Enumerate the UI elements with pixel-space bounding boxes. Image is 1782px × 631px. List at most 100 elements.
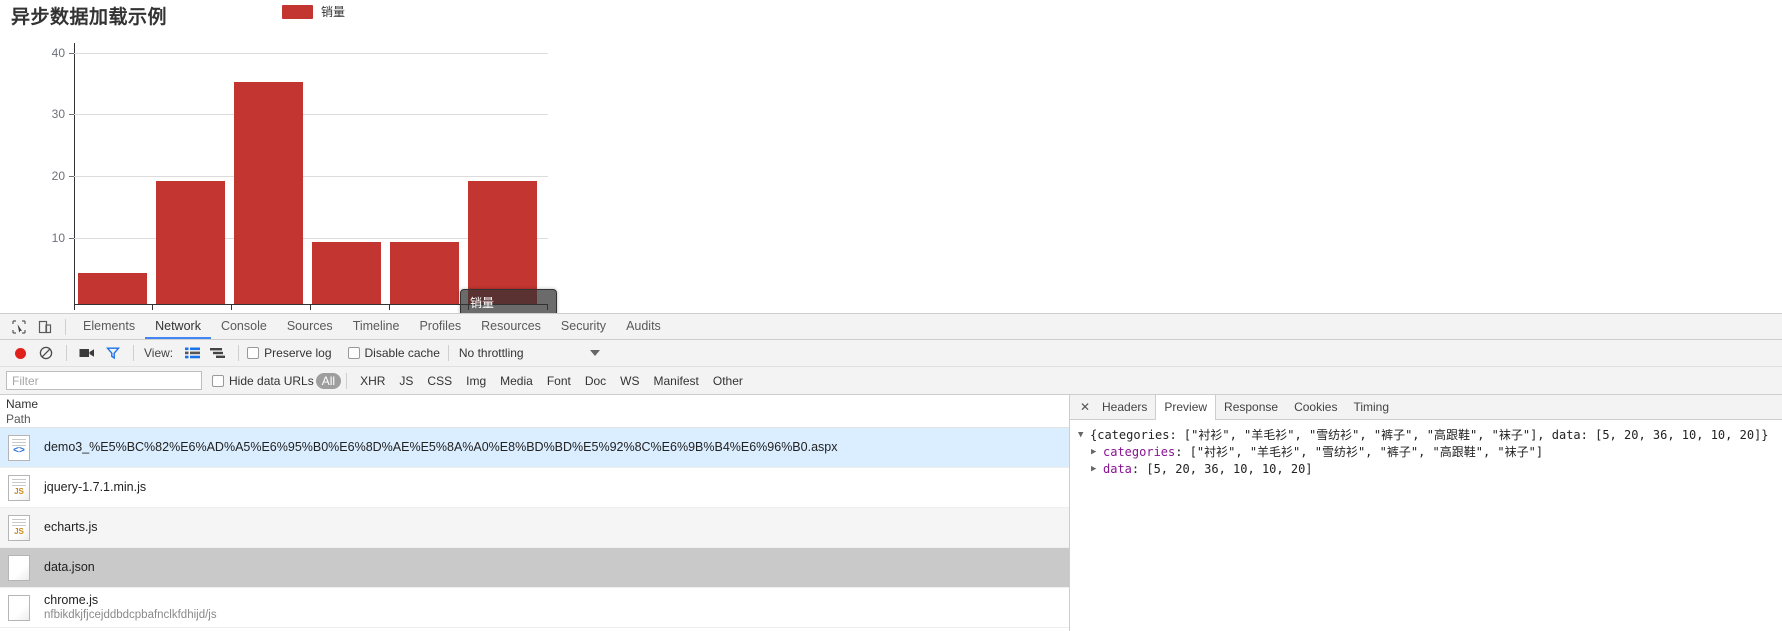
gridline-40: 40: [52, 46, 548, 60]
detail-tab-cookies[interactable]: Cookies: [1286, 395, 1345, 419]
toolbar-divider: [238, 345, 240, 361]
preserve-log-checkbox[interactable]: Preserve log: [247, 346, 332, 360]
bar-5[interactable]: [468, 181, 537, 304]
filter-type-css[interactable]: CSS: [421, 373, 458, 389]
toolbar-divider: [133, 345, 134, 361]
bar-4[interactable]: [390, 242, 459, 304]
bar-3[interactable]: [312, 242, 381, 304]
legend-label: 销量: [321, 5, 346, 19]
disable-cache-label: Disable cache: [364, 346, 440, 360]
filter-input[interactable]: [6, 371, 202, 390]
record-dot-icon: [14, 347, 26, 359]
chevron-down-icon: [589, 350, 600, 356]
clear-button[interactable]: [34, 342, 58, 364]
x-tick-4: [389, 305, 390, 310]
hide-data-urls-checkbox[interactable]: Hide data URLs: [212, 374, 314, 388]
chart-legend[interactable]: 销量: [282, 3, 345, 20]
filter-type-other[interactable]: Other: [707, 373, 749, 389]
json-data-row[interactable]: ▶ data : [5, 20, 36, 10, 10, 20]: [1078, 461, 1782, 478]
json-data-value: : [5, 20, 36, 10, 10, 20]: [1131, 462, 1313, 476]
tab-resources[interactable]: Resources: [471, 314, 551, 339]
triangle-down-icon[interactable]: ▼: [1078, 427, 1090, 444]
filter-type-ws[interactable]: WS: [614, 373, 645, 389]
tab-audits[interactable]: Audits: [616, 314, 671, 339]
filter-funnel-icon[interactable]: [101, 342, 125, 364]
bar-0[interactable]: [78, 273, 147, 304]
request-list-pane: Name Path <> demo3_%E5%BC%82%E6%AD%A5%E6…: [0, 395, 1070, 631]
detail-tab-preview[interactable]: Preview: [1155, 394, 1217, 420]
checkbox-box: [212, 374, 224, 387]
inspect-element-icon[interactable]: [6, 316, 32, 338]
capture-screenshots-icon[interactable]: [75, 342, 99, 364]
json-categories-key: categories: [1103, 445, 1176, 459]
tab-security[interactable]: Security: [551, 314, 616, 339]
column-header-name: Name: [6, 397, 39, 411]
detail-tab-response[interactable]: Response: [1216, 395, 1286, 419]
bar-1[interactable]: [156, 181, 225, 304]
request-name: chrome.js: [44, 593, 99, 607]
record-button[interactable]: [8, 342, 32, 364]
y-tick-label-30: 30: [51, 107, 65, 121]
generic-file-icon: [8, 554, 30, 581]
tab-profiles[interactable]: Profiles: [409, 314, 471, 339]
throttling-select[interactable]: No throttling: [459, 346, 600, 360]
table-row[interactable]: JS echarts.js: [0, 508, 1069, 548]
detail-tab-bar: ✕ Headers Preview Response Cookies Timin…: [1070, 394, 1782, 420]
tab-console[interactable]: Console: [211, 314, 277, 339]
filter-type-media[interactable]: Media: [494, 373, 539, 389]
json-root-row[interactable]: ▼ {categories: ["衬衫", "羊毛衫", "雪纺衫", "裤子"…: [1078, 427, 1782, 444]
table-row[interactable]: chrome.js nfbikdkjfjcejddbdcpbafnclkfdhi…: [0, 588, 1069, 628]
y-tick-label-20: 20: [51, 169, 65, 183]
filter-type-manifest[interactable]: Manifest: [648, 373, 705, 389]
y-tick-label-10: 10: [51, 231, 65, 245]
y-tick-label-40: 40: [51, 46, 65, 60]
toolbar-divider: [66, 345, 67, 361]
view-label: View:: [144, 346, 174, 360]
disable-cache-checkbox[interactable]: Disable cache: [347, 346, 440, 360]
checkbox-box: [347, 347, 360, 359]
network-filter-bar: Hide data URLs All XHR JS CSS Img Media …: [0, 367, 1782, 395]
tab-elements[interactable]: Elements: [73, 314, 145, 339]
request-table-header[interactable]: Name Path: [0, 395, 1069, 428]
list-view-icon[interactable]: [180, 342, 204, 364]
web-page-viewport: 异步数据加载示例 销量 40 30 20 10 销量: [0, 0, 1782, 313]
toggle-device-toolbar-icon[interactable]: [32, 316, 58, 338]
filter-type-img[interactable]: Img: [460, 373, 492, 389]
close-icon[interactable]: ✕: [1076, 400, 1094, 414]
generic-file-icon: [8, 594, 30, 621]
detail-tab-headers[interactable]: Headers: [1094, 395, 1155, 419]
x-tick-0: [74, 305, 75, 310]
triangle-right-icon[interactable]: ▶: [1091, 461, 1103, 478]
table-row[interactable]: <> demo3_%E5%BC%82%E6%AD%A5%E6%95%B0%E6%…: [0, 428, 1069, 468]
triangle-right-icon[interactable]: ▶: [1091, 444, 1103, 461]
devtools-tab-bar: Elements Network Console Sources Timelin…: [0, 314, 1782, 340]
bar-2[interactable]: [234, 82, 303, 304]
toolbar-divider: [447, 345, 449, 361]
waterfall-view-icon[interactable]: [206, 342, 230, 364]
js-file-icon: JS: [8, 514, 30, 541]
network-toolbar: View: Preserve log Disable cache No thro…: [0, 340, 1782, 367]
filter-type-doc[interactable]: Doc: [579, 373, 612, 389]
chart-tooltip: 销量: [460, 289, 557, 313]
filter-type-all[interactable]: All: [315, 372, 342, 389]
legend-color-swatch: [282, 4, 313, 19]
table-row[interactable]: data.json: [0, 548, 1069, 588]
request-path: nfbikdkjfjcejddbdcpbafnclkfdhijd/js: [44, 609, 217, 621]
json-categories-row[interactable]: ▶ categories : ["衬衫", "羊毛衫", "雪纺衫", "裤子"…: [1078, 444, 1782, 461]
checkbox-box: [247, 347, 260, 359]
table-row[interactable]: JS jquery-1.7.1.min.js: [0, 468, 1069, 508]
json-categories-value: : ["衬衫", "羊毛衫", "雪纺衫", "裤子", "高跟鞋", "袜子"…: [1175, 445, 1544, 459]
filter-type-font[interactable]: Font: [541, 373, 577, 389]
json-root-text: {categories: ["衬衫", "羊毛衫", "雪纺衫", "裤子", …: [1090, 428, 1769, 442]
detail-tab-timing[interactable]: Timing: [1345, 395, 1397, 419]
tab-timeline[interactable]: Timeline: [343, 314, 410, 339]
request-name: demo3_%E5%BC%82%E6%AD%A5%E6%95%B0%E6%8D%…: [44, 440, 838, 454]
x-tick-1: [152, 305, 153, 310]
filter-type-js[interactable]: JS: [393, 373, 419, 389]
x-tick-3: [310, 305, 311, 310]
filter-type-xhr[interactable]: XHR: [354, 373, 391, 389]
tab-network[interactable]: Network: [145, 314, 211, 339]
tab-sources[interactable]: Sources: [277, 314, 343, 339]
request-name: data.json: [44, 560, 95, 574]
x-tick-2: [231, 305, 232, 310]
